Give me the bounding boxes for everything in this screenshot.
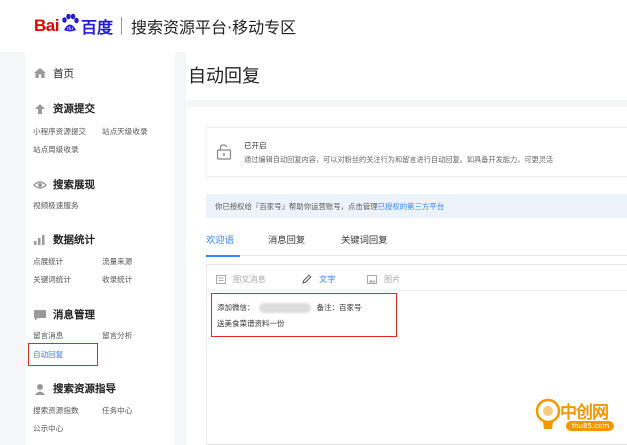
status-title: 已开启 — [244, 141, 267, 150]
sidebar-item-keyword-stats[interactable]: 关键词统计 — [33, 274, 71, 285]
switch-icon — [216, 144, 232, 160]
auto-reply-highlight-box — [28, 343, 98, 366]
sidebar-item-daily-index[interactable]: 站点天级收录 — [102, 126, 148, 137]
sidebar-item-traffic-source[interactable]: 流量来源 — [102, 256, 132, 267]
reply-tabs: 欢迎语 消息回复 关键词回复 — [206, 228, 627, 257]
sidebar-item-weekly-index[interactable]: 站点周级收录 — [33, 144, 79, 155]
section-title: 消息管理 — [53, 309, 95, 321]
tool-text[interactable]: 文字 — [302, 273, 335, 285]
tab-keyword-reply[interactable]: 关键词回复 — [341, 232, 388, 256]
watermark-url: You85.com — [566, 421, 615, 431]
section-title: 数据统计 — [53, 234, 95, 246]
sidebar-item-video-service[interactable]: 视频极速服务 — [33, 200, 79, 211]
page-title: 自动回复 — [188, 66, 260, 87]
image-text-icon — [216, 274, 226, 284]
auth-notice-text: 你已授权给『百家号』帮助你运营账号，点击管理已授权的第三方平台 — [215, 201, 444, 212]
sidebar-item-index-stats[interactable]: 收录统计 — [102, 274, 132, 285]
pencil-icon — [302, 274, 312, 284]
content-highlight-box — [211, 293, 397, 337]
sidebar-section-search-guide: 搜索资源指导 — [33, 381, 116, 396]
tool-image-label: 图片 — [384, 274, 401, 284]
editor-toolbar: 图文消息 文字 图片 — [207, 265, 627, 291]
svg-text:du: du — [67, 26, 73, 32]
eye-icon — [33, 180, 47, 189]
logo-separator — [120, 17, 122, 35]
platform-title: 搜索资源平台·移动专区 — [130, 18, 297, 37]
upload-icon — [35, 103, 45, 114]
section-title: 搜索资源指导 — [53, 383, 116, 395]
sidebar-section-resource-submit: 资源提交 — [33, 101, 95, 116]
active-tab-indicator — [206, 255, 240, 257]
status-card: 已开启 通过编辑自动回复内容，可以对粉丝的关注行为和留言进行自动回复。如具备开发… — [206, 127, 627, 177]
tab-message-reply[interactable]: 消息回复 — [268, 232, 305, 256]
sidebar-item-search-index[interactable]: 搜索资源指数 — [33, 405, 79, 416]
paw-icon: du — [62, 13, 79, 32]
sidebar-item-mini-program-submit[interactable]: 小程序资源提交 — [33, 126, 86, 137]
section-title: 搜索展现 — [53, 179, 95, 191]
watermark-logo: 中创网 You85.com — [534, 396, 626, 440]
image-icon — [367, 274, 377, 284]
sidebar-home-label: 首页 — [53, 67, 74, 80]
title-divider — [186, 100, 627, 107]
main-content: 自动回复 已开启 通过编辑自动回复内容，可以对粉丝的关注行为和留言进行自动回复。… — [186, 52, 627, 445]
baidu-logo[interactable]: Bai du 百度 搜索资源平台·移动专区 — [34, 13, 297, 38]
auth-notice-bar: 你已授权给『百家号』帮助你运营账号，点击管理已授权的第三方平台 — [206, 194, 627, 218]
status-description: 通过编辑自动回复内容，可以对粉丝的关注行为和留言进行自动回复。如具备开发能力，可… — [244, 155, 554, 164]
person-icon — [35, 383, 45, 395]
sidebar-section-data-stats: 数据统计 — [33, 232, 95, 247]
tool-image-text[interactable]: 图文消息 — [216, 273, 266, 285]
sidebar-item-messages[interactable]: 留言消息 — [33, 330, 63, 341]
third-party-platform-link[interactable]: 已授权的第三方平台 — [378, 202, 445, 211]
tool-image-text-label: 图文消息 — [233, 274, 266, 284]
sidebar-section-search-display: 搜索展现 — [33, 177, 95, 192]
watermark-name: 中创网 — [560, 403, 609, 423]
sidebar: 首页 资源提交 小程序资源提交 站点天级收录 站点周级收录 搜索展现 视频极速服… — [25, 52, 175, 445]
sidebar-item-notice-center[interactable]: 公示中心 — [33, 423, 63, 434]
sidebar-item-task-center[interactable]: 任务中心 — [102, 405, 132, 416]
section-title: 资源提交 — [53, 103, 95, 115]
tool-image[interactable]: 图片 — [367, 273, 400, 285]
tool-text-label: 文字 — [319, 274, 336, 284]
sidebar-item-click-stats[interactable]: 点展统计 — [33, 256, 63, 267]
logo-text-du: 百度 — [80, 18, 113, 37]
sidebar-item-home[interactable]: 首页 — [33, 66, 74, 80]
auth-notice-message: 你已授权给『百家号』帮助你运营账号，点击管理 — [215, 202, 378, 211]
logo-text-bai: Bai — [34, 16, 59, 35]
home-icon — [34, 68, 46, 78]
top-header: Bai du 百度 搜索资源平台·移动专区 — [0, 0, 627, 52]
sidebar-section-message-management: 消息管理 — [33, 307, 95, 322]
sidebar-item-message-analysis[interactable]: 留言分析 — [102, 330, 132, 341]
message-icon — [34, 309, 46, 320]
bulb-icon — [535, 398, 561, 429]
chart-icon — [34, 234, 45, 245]
tab-welcome[interactable]: 欢迎语 — [206, 232, 234, 256]
